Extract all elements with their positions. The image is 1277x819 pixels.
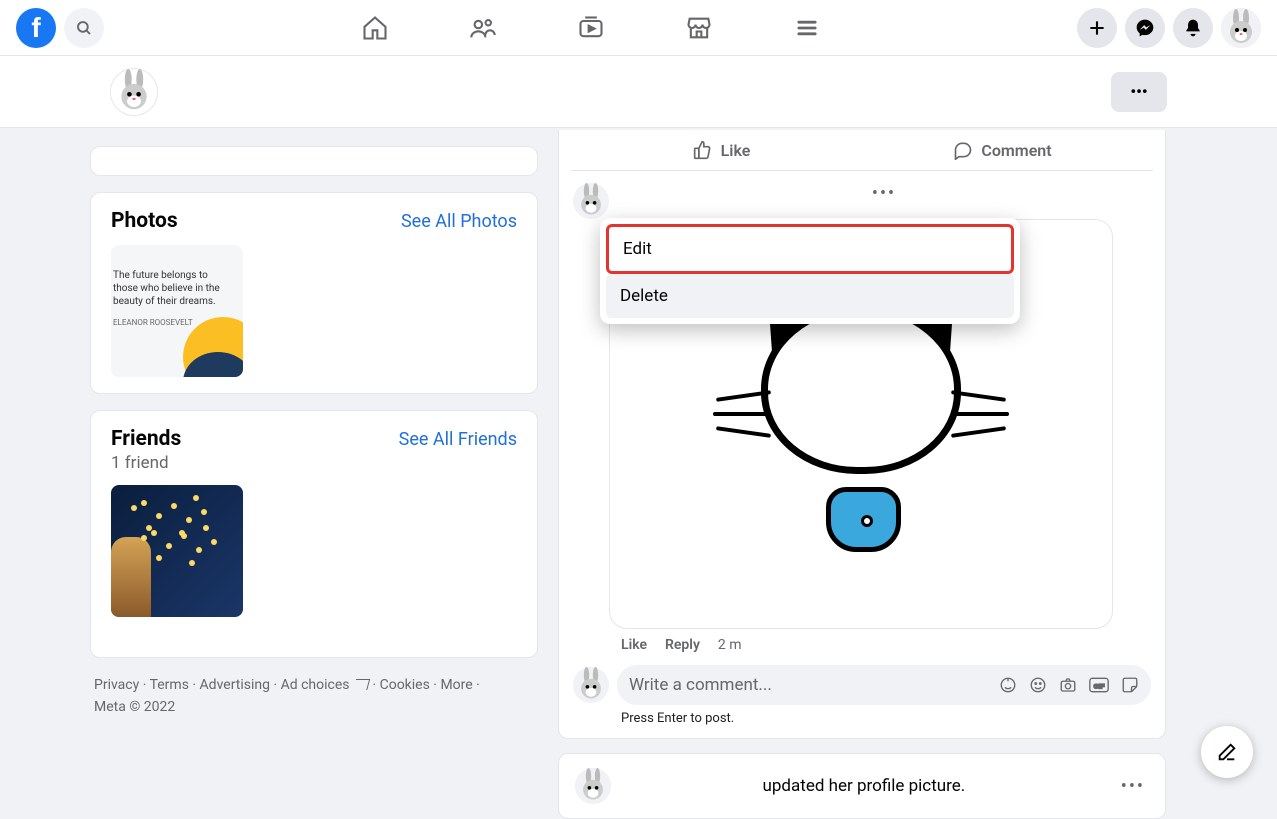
emoji-icon[interactable] [1029,676,1047,694]
photo-thumbnail[interactable]: The future belongs to those who believe … [111,245,243,377]
notifications-button[interactable] [1173,8,1213,48]
next-post-options[interactable]: ••• [1117,772,1149,801]
friend-thumbnail[interactable] [111,485,243,617]
hamburger-icon [793,14,821,42]
nav-right [1077,8,1261,48]
avatar-icon [573,667,609,703]
watch-tab[interactable] [577,14,605,42]
profile-avatar-small[interactable] [110,68,158,116]
account-avatar[interactable] [1221,8,1261,48]
create-button[interactable] [1077,8,1117,48]
like-button[interactable]: Like [581,130,862,170]
nav-center [104,14,1077,42]
footer-links: Privacy · Terms · Advertising · Ad choic… [90,674,538,719]
comment-button[interactable]: Comment [862,130,1143,170]
footer-more[interactable]: More [440,677,472,693]
plus-icon [1087,18,1107,38]
next-post-avatar[interactable] [575,768,611,804]
svg-text:GIF: GIF [1093,683,1104,690]
friends-card: Friends See All Friends 1 friend [90,410,538,658]
commenter-avatar[interactable] [573,183,609,219]
marketplace-icon [685,14,713,42]
footer-privacy[interactable]: Privacy [94,677,139,693]
comment-like-link[interactable]: Like [621,637,647,653]
top-nav: f [0,0,1277,56]
avatar-sticker-icon[interactable] [999,676,1017,694]
comment-options-button[interactable]: ••• [868,179,900,208]
marketplace-tab[interactable] [685,14,713,42]
friends-icon [469,14,497,42]
search-button[interactable] [64,8,104,48]
comment-reply-link[interactable]: Reply [665,637,700,653]
avatar-icon [1221,8,1261,48]
menu-edit[interactable]: Edit [606,224,1014,274]
avatar-icon [573,183,609,219]
bell-icon [1183,18,1203,38]
friends-count: 1 friend [111,453,517,473]
avatar-icon [575,768,611,804]
next-post-card: updated her profile picture. ••• [558,753,1166,819]
like-icon [693,140,713,160]
hello-kitty-gif [731,284,991,564]
avatar-icon [111,69,157,115]
friends-tab[interactable] [469,14,497,42]
comment-timestamp[interactable]: 2 m [718,637,742,653]
footer-adchoices[interactable]: Ad choices [281,677,369,693]
my-avatar[interactable] [573,667,609,703]
footer-terms[interactable]: Terms [150,677,189,693]
comment-input[interactable]: Write a comment... GIF [617,665,1151,705]
see-all-photos-link[interactable]: See All Photos [401,211,517,232]
ellipsis-icon: ••• [1130,82,1147,101]
home-icon [361,14,389,42]
footer-meta: Meta © 2022 [94,699,175,715]
menu-delete[interactable]: Delete [606,274,1014,318]
messenger-icon [1135,18,1155,38]
profile-more-button[interactable]: ••• [1111,72,1167,112]
facebook-logo[interactable]: f [16,8,56,48]
photos-title: Photos [111,209,178,233]
menu-tab[interactable] [793,14,821,42]
comment-input-icons: GIF [999,676,1139,694]
like-label: Like [721,141,751,160]
write-comment-row: Write a comment... GIF [559,653,1165,705]
photo-quote-text: The future belongs to those who believe … [111,245,243,308]
sticker-icon[interactable] [1121,676,1139,694]
post-action-bar: Like Comment [571,130,1153,171]
gif-icon[interactable]: GIF [1089,676,1109,694]
comment-meta-row: Like Reply 2 m [559,629,1165,653]
left-column: Photos See All Photos The future belongs… [90,146,538,819]
comment-options-menu: Edit Delete [600,218,1020,324]
footer-advertising[interactable]: Advertising [200,677,270,693]
comment-header-row: ••• [559,171,1165,219]
next-post-text: updated her profile picture. [625,776,1103,796]
profile-subbar: ••• [0,56,1277,128]
search-icon [75,19,93,37]
comment-icon [953,140,973,160]
see-all-friends-link[interactable]: See All Friends [399,429,517,450]
comment-placeholder: Write a comment... [629,675,772,695]
compose-fab[interactable] [1201,726,1253,778]
watch-icon [577,14,605,42]
comment-label: Comment [981,141,1051,160]
footer-cookies[interactable]: Cookies [380,677,430,693]
adchoices-icon [353,679,370,690]
post-hint: Press Enter to post. [559,705,1165,726]
friends-title: Friends [111,427,181,451]
intro-card-stub [90,146,538,176]
camera-icon[interactable] [1059,676,1077,694]
compose-icon [1216,741,1238,763]
photos-card: Photos See All Photos The future belongs… [90,192,538,394]
home-tab[interactable] [361,14,389,42]
messenger-button[interactable] [1125,8,1165,48]
